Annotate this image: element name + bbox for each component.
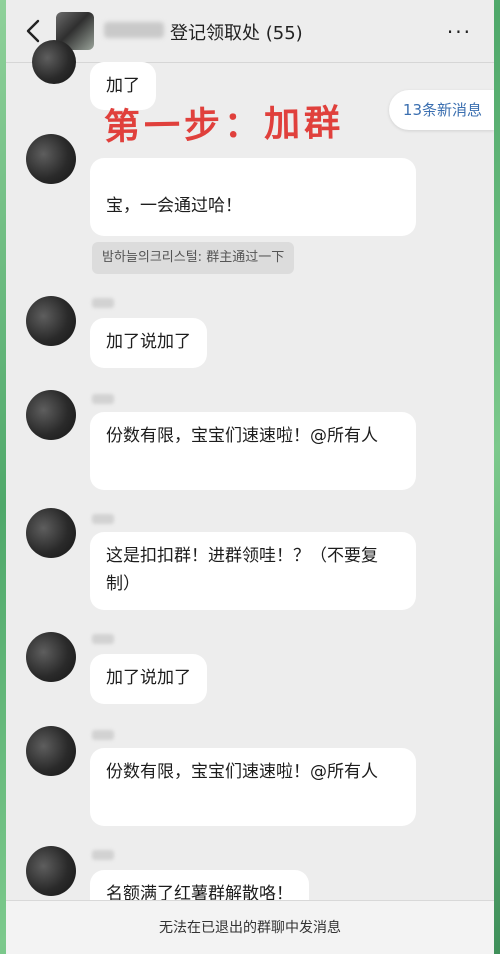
avatar[interactable] (26, 296, 76, 346)
step-annotation: 第一步：加群 (103, 101, 345, 149)
message-bubble: 加了说加了 (90, 318, 207, 368)
chat-window: 登记领取处 (55) ··· 加了 宝，一会通过哈！ 第一步：加群 13条新消息… (6, 0, 494, 954)
blurred-name (104, 22, 164, 38)
message-bubble: 宝，一会通过哈！ (90, 158, 416, 236)
more-options-icon[interactable]: ··· (447, 20, 472, 44)
chat-title[interactable]: 登记领取处 (55) (170, 19, 303, 45)
avatar[interactable] (26, 726, 76, 776)
sender-name (92, 634, 114, 644)
sender-name (92, 298, 114, 308)
system-notice: 밤하늘의크리스털: 群主通过一下 (92, 242, 295, 274)
message-bubble: 这是扣扣群！进群领哇！？（不要复制） (90, 532, 416, 610)
back-icon[interactable] (22, 18, 46, 44)
avatar[interactable] (26, 632, 76, 682)
avatar[interactable] (26, 846, 76, 896)
avatar[interactable] (32, 40, 76, 84)
sender-name (92, 730, 114, 740)
avatar[interactable] (26, 508, 76, 558)
disabled-input-notice: 无法在已退出的群聊中发消息 (6, 900, 494, 954)
chat-header: 登记领取处 (55) ··· (6, 0, 494, 63)
avatar[interactable] (26, 134, 76, 184)
sender-name (92, 394, 114, 404)
new-messages-pill[interactable]: 13条新消息 (388, 90, 494, 130)
message-bubble: 加了说加了 (90, 654, 207, 704)
message-bubble: 份数有限，宝宝们速速啦！@所有人 (90, 412, 416, 490)
sender-name (92, 850, 114, 860)
sender-name (92, 514, 114, 524)
message-bubble: 份数有限，宝宝们速速啦！@所有人 (90, 748, 416, 826)
avatar[interactable] (26, 390, 76, 440)
